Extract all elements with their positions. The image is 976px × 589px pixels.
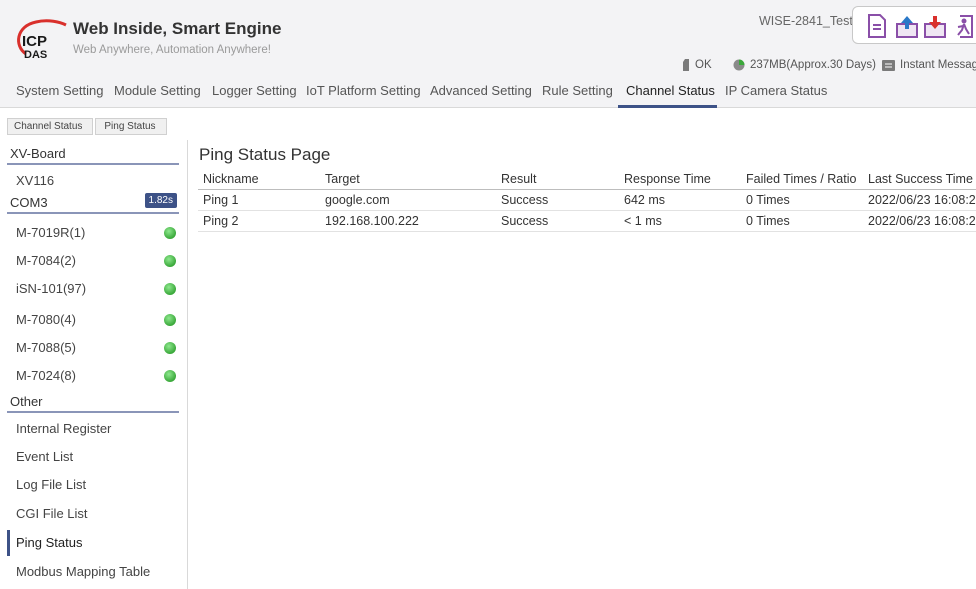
table-row: Ping 2 192.168.100.222 Success < 1 ms 0 … [198, 211, 976, 232]
sidebar-group-com3[interactable]: COM3 1.82s [7, 192, 179, 214]
nav-channel-status[interactable]: Channel Status [626, 83, 715, 98]
module-label: M-7088(5) [16, 340, 76, 355]
cell-response-time: 642 ms [624, 193, 665, 207]
cell-target: google.com [325, 193, 390, 207]
cell-result: Success [501, 193, 549, 207]
table-row: Ping 1 google.com Success 642 ms 0 Times… [198, 190, 976, 211]
status-online-icon [164, 342, 176, 354]
table-header-row: Nickname Target Result Response Time Fai… [198, 169, 976, 190]
instant-message-label: Instant Message [900, 59, 976, 71]
nav-iot-platform-setting[interactable]: IoT Platform Setting [306, 83, 421, 98]
breadcrumb: Channel Status Ping Status [7, 118, 167, 135]
nav-ip-camera-status[interactable]: IP Camera Status [725, 83, 827, 98]
sidebar-item-log-file-list[interactable]: Log File List [7, 472, 179, 498]
toolbar [852, 6, 976, 44]
main-nav: System Setting Module Setting Logger Set… [0, 80, 976, 108]
instant-message-link[interactable]: Instant Message [882, 59, 976, 71]
sidebar-item-isn-101-97[interactable]: iSN-101(97) [7, 276, 179, 302]
download-icon[interactable] [923, 13, 947, 39]
status-ok-label: OK [695, 59, 712, 71]
nav-system-setting[interactable]: System Setting [16, 83, 103, 98]
module-label: M-7084(2) [16, 253, 76, 268]
page-title: Ping Status Page [199, 145, 331, 164]
cell-target: 192.168.100.222 [325, 214, 419, 228]
module-label: iSN-101(97) [16, 281, 87, 296]
sidebar-item-cgi-file-list[interactable]: CGI File List [7, 501, 179, 527]
column-header-nickname: Nickname [203, 172, 259, 186]
status-memory-label: 237MB(Approx.30 Days) [750, 59, 876, 71]
sidebar-item-modbus-mapping-table[interactable]: Modbus Mapping Table [7, 559, 179, 585]
status-online-icon [164, 314, 176, 326]
status-ok: OK [682, 59, 712, 71]
sidebar-item-m-7024-8[interactable]: M-7024(8) [7, 363, 179, 389]
sidebar-group-xv-board[interactable]: XV-Board [7, 143, 179, 165]
cell-nickname: Ping 2 [203, 214, 239, 228]
sidebar-item-m-7019r-1[interactable]: M-7019R(1) [7, 220, 179, 246]
message-icon [882, 59, 895, 71]
nav-logger-setting[interactable]: Logger Setting [212, 83, 297, 98]
cell-last-success-time: 2022/06/23 16:08:26 [868, 193, 976, 207]
status-online-icon [164, 283, 176, 295]
logo-text-das: DAS [24, 49, 47, 60]
sidebar-item-ping-status[interactable]: Ping Status [7, 530, 179, 556]
column-header-result: Result [501, 172, 537, 186]
active-tab-indicator [618, 105, 717, 108]
status-memory: 237MB(Approx.30 Days) [733, 59, 876, 71]
ping-status-table: Nickname Target Result Response Time Fai… [198, 169, 976, 232]
status-online-icon [164, 255, 176, 267]
breadcrumb-ping-status[interactable]: Ping Status [95, 118, 167, 135]
nav-rule-setting[interactable]: Rule Setting [542, 83, 613, 98]
column-header-last-success-time: Last Success Time [868, 172, 973, 186]
sidebar-com3-label: COM3 [10, 195, 48, 210]
brand-title: Web Inside, Smart Engine [73, 19, 282, 38]
sidebar-item-m-7084-2[interactable]: M-7084(2) [7, 248, 179, 274]
sidebar-item-xv116[interactable]: XV116 [7, 168, 179, 192]
cell-failed-times: 0 Times [746, 193, 790, 207]
breadcrumb-channel-status[interactable]: Channel Status [7, 118, 94, 135]
sidebar-item-internal-register[interactable]: Internal Register [7, 416, 179, 442]
column-header-target: Target [325, 172, 360, 186]
status-online-icon [164, 227, 176, 239]
cell-last-success-time: 2022/06/23 16:08:21 [868, 214, 976, 228]
brand-subtitle: Web Anywhere, Automation Anywhere! [73, 44, 271, 56]
column-header-failed-times: Failed Times / Ratio [746, 172, 857, 186]
cell-result: Success [501, 214, 549, 228]
icpdas-logo: ICP DAS [17, 19, 67, 60]
logo-text-icp: ICP [22, 33, 47, 50]
sidebar-item-m-7080-4[interactable]: M-7080(4) [7, 307, 179, 333]
status-online-icon [164, 370, 176, 382]
module-label: M-7019R(1) [16, 225, 86, 240]
sidebar-item-m-7088-5[interactable]: M-7088(5) [7, 335, 179, 361]
column-header-response-time: Response Time [624, 172, 711, 186]
nav-advanced-setting[interactable]: Advanced Setting [430, 83, 532, 98]
sidebar-group-other[interactable]: Other [7, 391, 179, 413]
cell-response-time: < 1 ms [624, 214, 662, 228]
app-header: ICP DAS Web Inside, Smart Engine Web Any… [0, 0, 976, 108]
logout-icon[interactable] [952, 13, 976, 39]
sidebar-item-event-list[interactable]: Event List [7, 444, 179, 470]
scan-time-badge: 1.82s [144, 193, 177, 208]
module-label: M-7024(8) [16, 368, 76, 383]
nav-module-setting[interactable]: Module Setting [114, 83, 201, 98]
cell-nickname: Ping 1 [203, 193, 239, 207]
sidebar: XV-Board XV116 COM3 1.82s M-7019R(1) M-7… [7, 143, 179, 589]
document-icon[interactable] [865, 13, 889, 39]
cell-failed-times: 0 Times [746, 214, 790, 228]
module-label: M-7080(4) [16, 312, 76, 327]
upload-icon[interactable] [895, 13, 919, 39]
device-name: WISE-2841_Test [759, 14, 853, 28]
pie-chart-icon [733, 59, 745, 71]
sd-card-icon [683, 59, 689, 71]
sidebar-divider [187, 140, 188, 589]
